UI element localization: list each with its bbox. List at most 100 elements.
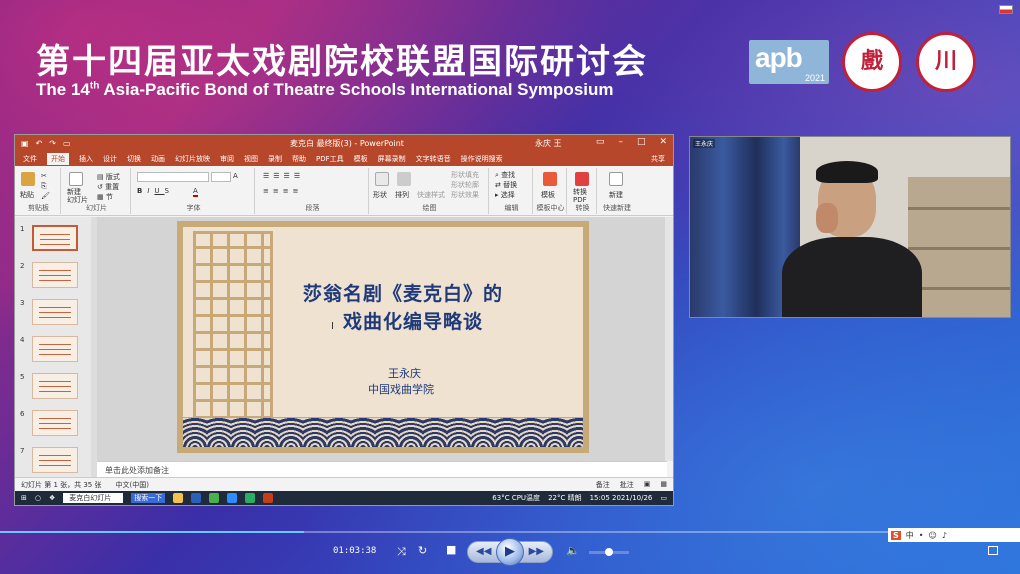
windows-start-icon[interactable]: ⊞ bbox=[21, 494, 27, 502]
grow-font-icon[interactable]: A bbox=[233, 172, 238, 180]
layout-button[interactable]: ▤ 版式 bbox=[97, 172, 120, 182]
shape-effects-button[interactable]: 形状效果 bbox=[451, 190, 479, 200]
paste-icon[interactable] bbox=[21, 172, 35, 186]
arrange-button[interactable]: 排列 bbox=[395, 190, 409, 200]
font-color-icon[interactable]: A bbox=[193, 187, 198, 197]
reset-button[interactable]: ↺ 重置 bbox=[97, 182, 119, 192]
copy-icon[interactable]: ⎘ bbox=[41, 182, 47, 191]
play-button[interactable]: ▶ bbox=[496, 538, 524, 566]
slide-thumbnail[interactable] bbox=[32, 299, 78, 325]
browser-icon[interactable] bbox=[209, 493, 220, 503]
slide-thumbnail[interactable] bbox=[32, 225, 78, 251]
slide-title-line2[interactable]: 戏曲化编导略谈 bbox=[343, 307, 483, 334]
minimize-icon[interactable]: – bbox=[618, 137, 623, 147]
menu-tab-3[interactable]: 设计 bbox=[103, 154, 117, 164]
find-button[interactable]: ⌕ 查找 bbox=[495, 170, 515, 180]
current-slide[interactable]: 莎翁名剧《麦克白》的 戏曲化编导略谈 I 王永庆 中国戏曲学院 bbox=[177, 221, 589, 453]
slide-author[interactable]: 王永庆 bbox=[388, 365, 421, 381]
shape-outline-button[interactable]: 形状轮廓 bbox=[451, 180, 479, 190]
repeat-icon[interactable]: ↻ bbox=[418, 544, 427, 557]
voice-icon[interactable]: ♪ bbox=[942, 531, 947, 540]
playback-progress-bar[interactable] bbox=[0, 531, 1020, 533]
format-painter-icon[interactable]: 🖌 bbox=[41, 192, 50, 200]
notification-icon[interactable]: ▭ bbox=[660, 494, 667, 502]
menu-tab-14[interactable]: 文字转语音 bbox=[416, 154, 451, 164]
taskbar-search-box[interactable]: 麦克白幻灯片 bbox=[63, 493, 124, 503]
slide-thumbnail[interactable] bbox=[32, 410, 78, 436]
volume-knob[interactable] bbox=[605, 548, 613, 556]
task-view-icon[interactable]: ❖ bbox=[49, 494, 55, 502]
volume-slider[interactable] bbox=[589, 548, 629, 556]
weather-widget[interactable]: 22°C 晴朗 bbox=[548, 493, 582, 503]
menu-tab-7[interactable]: 审阅 bbox=[220, 154, 234, 164]
new-slide-button[interactable]: 新建 幻灯片 bbox=[67, 188, 88, 204]
language-indicator[interactable]: 中文(中国) bbox=[116, 480, 149, 490]
tell-me-search[interactable]: 操作说明搜索 bbox=[461, 154, 503, 164]
replace-button[interactable]: ⇄ 替换 bbox=[495, 180, 517, 190]
list-buttons[interactable]: ☰☰☰☰ bbox=[263, 172, 304, 180]
shapes-button[interactable]: 形状 bbox=[373, 190, 387, 200]
rewind-icon[interactable]: ◀◀ bbox=[476, 546, 491, 557]
slide-thumbnail[interactable] bbox=[32, 336, 78, 362]
notes-toggle[interactable]: 备注 bbox=[596, 480, 610, 490]
file-explorer-icon[interactable] bbox=[173, 493, 184, 503]
font-name-select[interactable] bbox=[137, 172, 209, 182]
menu-tab-10[interactable]: 帮助 bbox=[292, 154, 306, 164]
fast-forward-icon[interactable]: ▶▶ bbox=[529, 546, 544, 557]
close-icon[interactable]: ✕ bbox=[659, 137, 667, 147]
menu-tab-6[interactable]: 幻灯片放映 bbox=[175, 154, 210, 164]
slide-thumbnail[interactable] bbox=[32, 373, 78, 399]
shuffle-icon[interactable]: ⤨ bbox=[397, 545, 406, 559]
new-file-icon[interactable] bbox=[609, 172, 623, 186]
template-button[interactable]: 模板 bbox=[541, 190, 555, 200]
clock[interactable]: 15:05 2021/10/26 bbox=[590, 494, 653, 502]
comments-toggle[interactable]: 批注 bbox=[620, 480, 634, 490]
shapes-icon[interactable] bbox=[375, 172, 389, 186]
emoji-icon[interactable]: ☺ bbox=[928, 531, 936, 540]
sorter-view-icon[interactable]: ▦ bbox=[660, 480, 667, 490]
slide-thumbnail[interactable] bbox=[32, 447, 78, 473]
ime-mode[interactable]: 中 bbox=[906, 530, 914, 541]
menu-tab-1[interactable]: 开始 bbox=[47, 153, 69, 165]
taskbar-search-button[interactable]: 搜索一下 bbox=[131, 493, 166, 503]
word-icon[interactable] bbox=[191, 493, 202, 503]
convert-pdf-button[interactable]: 转换 PDF bbox=[573, 188, 587, 204]
punct-icon[interactable]: • bbox=[919, 531, 924, 540]
menu-tab-4[interactable]: 切换 bbox=[127, 154, 141, 164]
editor-scrollbar[interactable] bbox=[665, 217, 673, 461]
share-button[interactable]: 共享 bbox=[651, 154, 665, 164]
wechat-icon[interactable] bbox=[245, 493, 256, 503]
quick-styles-button[interactable]: 快速样式 bbox=[417, 190, 445, 200]
zoom-icon[interactable] bbox=[227, 493, 238, 503]
powerpoint-icon[interactable] bbox=[263, 493, 274, 503]
menu-tab-0[interactable]: 文件 bbox=[23, 154, 37, 164]
slide-title-line1[interactable]: 莎翁名剧《麦克白》的 bbox=[303, 279, 503, 306]
menu-tab-9[interactable]: 录制 bbox=[268, 154, 282, 164]
normal-view-icon[interactable]: ▣ bbox=[644, 480, 651, 490]
menu-tab-11[interactable]: PDF工具 bbox=[316, 154, 344, 164]
undo-icon[interactable]: ↶ bbox=[36, 139, 43, 148]
slide-thumbnail[interactable] bbox=[32, 262, 78, 288]
sogou-icon[interactable]: S bbox=[891, 530, 901, 540]
cut-icon[interactable]: ✂ bbox=[41, 172, 47, 180]
save-icon[interactable]: ▣ bbox=[21, 139, 29, 148]
fullscreen-icon[interactable] bbox=[988, 546, 998, 555]
menu-tab-5[interactable]: 动画 bbox=[151, 154, 165, 164]
new-button[interactable]: 新建 bbox=[609, 190, 623, 200]
ribbon-display-icon[interactable]: ▭ bbox=[596, 137, 605, 147]
arrange-icon[interactable] bbox=[397, 172, 411, 186]
slide-school[interactable]: 中国戏曲学院 bbox=[368, 381, 434, 397]
menu-tab-13[interactable]: 屏幕录制 bbox=[378, 154, 406, 164]
pdf-icon[interactable] bbox=[575, 172, 589, 186]
start-slideshow-icon[interactable]: ▭ bbox=[63, 139, 71, 148]
redo-icon[interactable]: ↷ bbox=[49, 139, 56, 148]
section-button[interactable]: ▦ 节 bbox=[97, 192, 113, 202]
align-buttons[interactable]: ≡≡≡≡ bbox=[263, 187, 302, 195]
cortana-icon[interactable]: ○ bbox=[35, 494, 41, 502]
volume-icon[interactable]: 🔈 bbox=[566, 544, 580, 557]
menu-tab-2[interactable]: 插入 bbox=[79, 154, 93, 164]
menu-tab-8[interactable]: 视图 bbox=[244, 154, 258, 164]
menu-tab-12[interactable]: 模板 bbox=[354, 154, 368, 164]
ppt-user-name[interactable]: 永庆 王 bbox=[535, 138, 562, 149]
maximize-icon[interactable]: □ bbox=[637, 137, 646, 147]
